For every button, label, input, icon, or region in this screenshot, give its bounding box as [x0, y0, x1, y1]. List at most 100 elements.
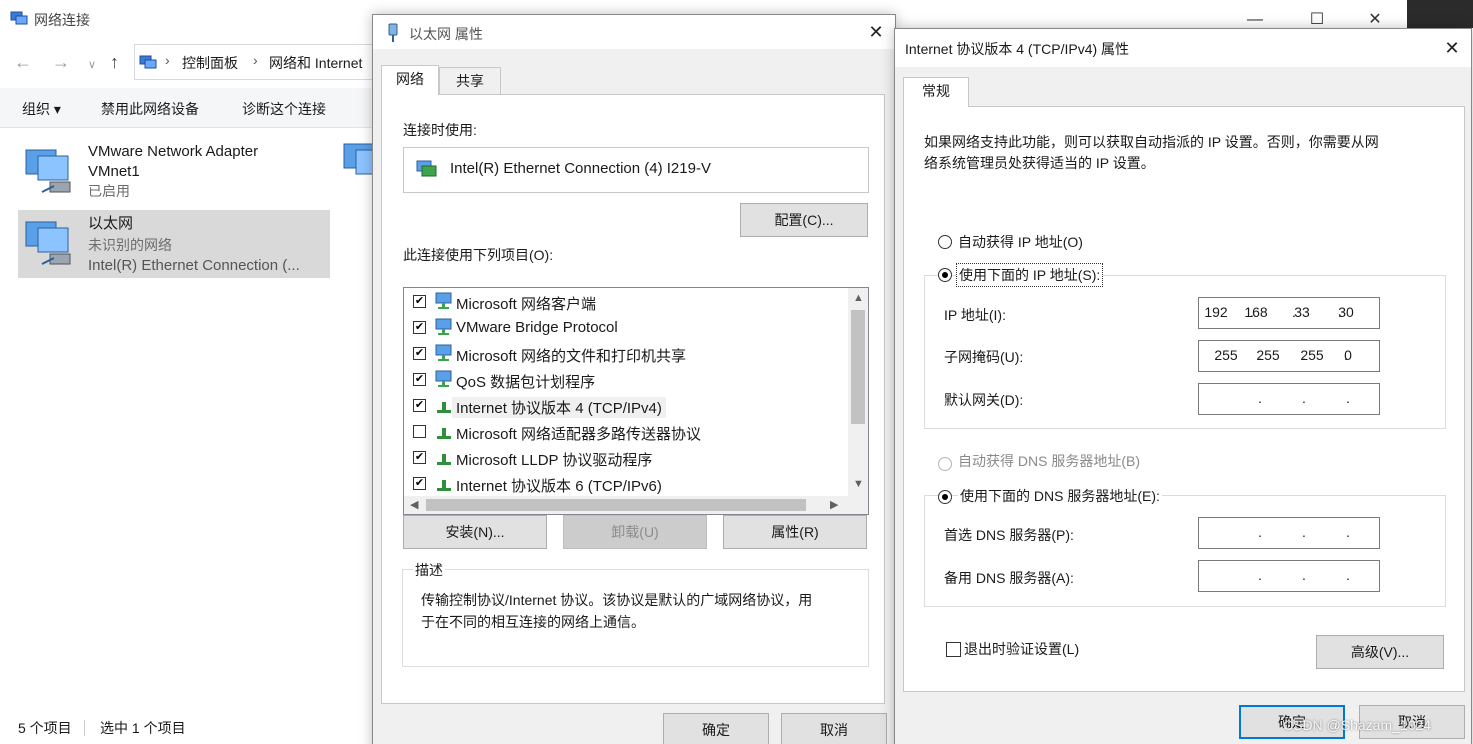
item-checkbox[interactable]	[413, 425, 426, 438]
description-heading: 描述	[413, 560, 445, 580]
validate-on-exit-checkbox[interactable]	[946, 642, 961, 657]
command-bar: 组织 ▾ 禁用此网络设备 诊断这个连接	[0, 88, 380, 128]
diagnose-connection-button[interactable]: 诊断这个连接	[242, 99, 326, 119]
item-label: Internet 协议版本 4 (TCP/IPv4)	[452, 397, 666, 418]
connection-item-ethernet[interactable]: 以太网 未识别的网络 Intel(R) Ethernet Connection …	[18, 210, 330, 278]
tab-network[interactable]: 网络	[381, 65, 439, 95]
address-bar[interactable]: › 控制面板 › 网络和 Internet	[134, 44, 384, 80]
manual-dns-label[interactable]: 使用下面的 DNS 服务器地址(E):	[958, 486, 1162, 506]
item-label: QoS 数据包计划程序	[456, 374, 596, 391]
scroll-thumb[interactable]	[851, 310, 865, 424]
mask-octet-3: 255	[1300, 347, 1324, 363]
item-checkbox[interactable]: ✔	[413, 321, 426, 334]
up-arrow-icon[interactable]: ↑	[110, 52, 119, 73]
scroll-down-icon[interactable]: ▼	[853, 478, 864, 490]
ok-button[interactable]: 确定	[663, 713, 769, 744]
close-icon[interactable]: ✕	[865, 21, 887, 43]
ip-address-label: IP 地址(I):	[944, 307, 1006, 323]
dialog-title: 以太网 属性	[409, 26, 483, 42]
connection-item-vmnet1[interactable]: VMware Network Adapter VMnet1 已启用	[18, 138, 330, 206]
item-checkbox[interactable]: ✔	[413, 399, 426, 412]
item-checkbox[interactable]: ✔	[413, 295, 426, 308]
manual-ip-label[interactable]: 使用下面的 IP 地址(S):	[956, 263, 1104, 287]
item-label: Microsoft LLDP 协议驱动程序	[456, 452, 653, 469]
description-group: 描述 传输控制协议/Internet 协议。该协议是默认的广域网络协议，用 于在…	[402, 560, 869, 667]
breadcrumb-control-panel[interactable]: 控制面板	[182, 53, 238, 73]
item-checkbox[interactable]: ✔	[413, 451, 426, 464]
install-button[interactable]: 安装(N)...	[403, 515, 547, 549]
breadcrumb-separator-icon: ›	[165, 52, 170, 68]
ip-octet-2: 168	[1244, 304, 1268, 320]
adapter-box: Intel(R) Ethernet Connection (4) I219-V	[403, 147, 869, 193]
configure-button[interactable]: 配置(C)...	[740, 203, 868, 237]
mask-octet-4: 0	[1344, 347, 1352, 363]
dialog-titlebar: 以太网 属性 ✕	[373, 15, 895, 49]
default-gateway-label: 默认网关(D):	[944, 392, 1024, 408]
list-item[interactable]: ✔ Microsoft 网络的文件和打印机共享	[404, 341, 844, 367]
manual-dns-radio[interactable]	[938, 490, 952, 504]
network-client-icon	[435, 318, 452, 335]
list-item[interactable]: ✔ QoS 数据包计划程序	[404, 367, 844, 393]
item-checkbox[interactable]: ✔	[413, 373, 426, 386]
subnet-mask-input[interactable]: 255 . 255 . 255 . 0	[1198, 340, 1380, 372]
item-label: Microsoft 网络适配器多路传送器协议	[456, 426, 702, 443]
scroll-thumb[interactable]	[426, 499, 806, 511]
list-item[interactable]: ✔ Microsoft 网络客户端	[404, 289, 844, 315]
manual-ip-radio[interactable]	[938, 268, 952, 282]
ip-octet-4: 30	[1338, 304, 1354, 320]
list-item-selected[interactable]: ✔ Internet 协议版本 4 (TCP/IPv4)	[404, 393, 844, 419]
scroll-up-icon[interactable]: ▲	[853, 292, 864, 304]
network-client-icon	[435, 370, 452, 387]
components-list[interactable]: ✔ Microsoft 网络客户端 ✔ VMware Bridge Protoc…	[403, 287, 869, 515]
tab-general[interactable]: 常规	[903, 77, 969, 107]
auto-ip-radio[interactable]	[938, 235, 952, 249]
close-icon[interactable]: ✕	[1441, 37, 1463, 59]
ip-address-input[interactable]: 192 . 168 . 33 . 30	[1198, 297, 1380, 329]
cancel-button[interactable]: 取消	[781, 713, 887, 744]
network-client-icon	[435, 344, 452, 361]
connection-name: 以太网	[88, 215, 134, 232]
validate-on-exit-label[interactable]: 退出时验证设置(L)	[964, 639, 1079, 659]
protocol-icon	[437, 454, 451, 465]
auto-dns-label: 自动获得 DNS 服务器地址(B)	[958, 453, 1140, 469]
list-item[interactable]: ✔ Internet 协议版本 6 (TCP/IPv6)	[404, 471, 844, 497]
item-label: Internet 协议版本 6 (TCP/IPv6)	[456, 478, 662, 495]
organize-menu[interactable]: 组织 ▾	[22, 99, 61, 119]
advanced-button[interactable]: 高级(V)...	[1316, 635, 1444, 669]
properties-button[interactable]: 属性(R)	[723, 515, 867, 549]
watermark-text: CSDN @Shazam_1024	[1283, 717, 1432, 733]
scroll-left-icon[interactable]: ◀	[410, 498, 418, 511]
item-checkbox[interactable]: ✔	[413, 477, 426, 490]
list-item[interactable]: Microsoft 网络适配器多路传送器协议	[404, 419, 844, 445]
uninstall-button[interactable]: 卸载(U)	[563, 515, 707, 549]
general-tab-panel: 如果网络支持此功能，则可以获取自动指派的 IP 设置。否则，你需要从网 络系统管…	[903, 106, 1465, 692]
protocol-icon	[437, 402, 451, 413]
disable-device-button[interactable]: 禁用此网络设备	[101, 99, 199, 119]
item-checkbox[interactable]: ✔	[413, 347, 426, 360]
forward-arrow-icon[interactable]: →	[52, 52, 70, 73]
network-card-icon	[416, 160, 437, 177]
ip-octet-1: 192	[1204, 304, 1228, 320]
auto-dns-radio[interactable]	[938, 457, 952, 471]
breadcrumb-network-internet[interactable]: 网络和 Internet	[269, 53, 362, 73]
description-line-2: 于在不同的相互连接的网络上通信。	[421, 614, 645, 630]
ethernet-plug-icon	[388, 23, 398, 42]
alternate-dns-input[interactable]: . . .	[1198, 560, 1380, 592]
default-gateway-input[interactable]: . . .	[1198, 383, 1380, 415]
connection-device: Intel(R) Ethernet Connection (...	[88, 257, 300, 274]
recent-chevron-icon[interactable]: ∨	[88, 58, 96, 71]
desktop-background-strip	[1407, 0, 1473, 28]
preferred-dns-input[interactable]: . . .	[1198, 517, 1380, 549]
back-arrow-icon[interactable]: ←	[14, 52, 32, 73]
vertical-scrollbar[interactable]: ▲ ▼	[848, 288, 868, 498]
mask-octet-1: 255	[1214, 347, 1238, 363]
scroll-right-icon[interactable]: ▶	[830, 498, 838, 511]
connection-name: VMware Network Adapter VMnet1	[88, 143, 259, 180]
horizontal-scrollbar[interactable]: ◀ ▶	[404, 496, 868, 514]
auto-ip-label[interactable]: 自动获得 IP 地址(O)	[958, 232, 1083, 252]
list-item[interactable]: ✔ VMware Bridge Protocol	[404, 315, 844, 341]
connect-using-label: 连接时使用:	[403, 122, 477, 138]
list-item[interactable]: ✔ Microsoft LLDP 协议驱动程序	[404, 445, 844, 471]
tab-sharing[interactable]: 共享	[439, 67, 501, 95]
control-panel-icon	[139, 55, 157, 69]
